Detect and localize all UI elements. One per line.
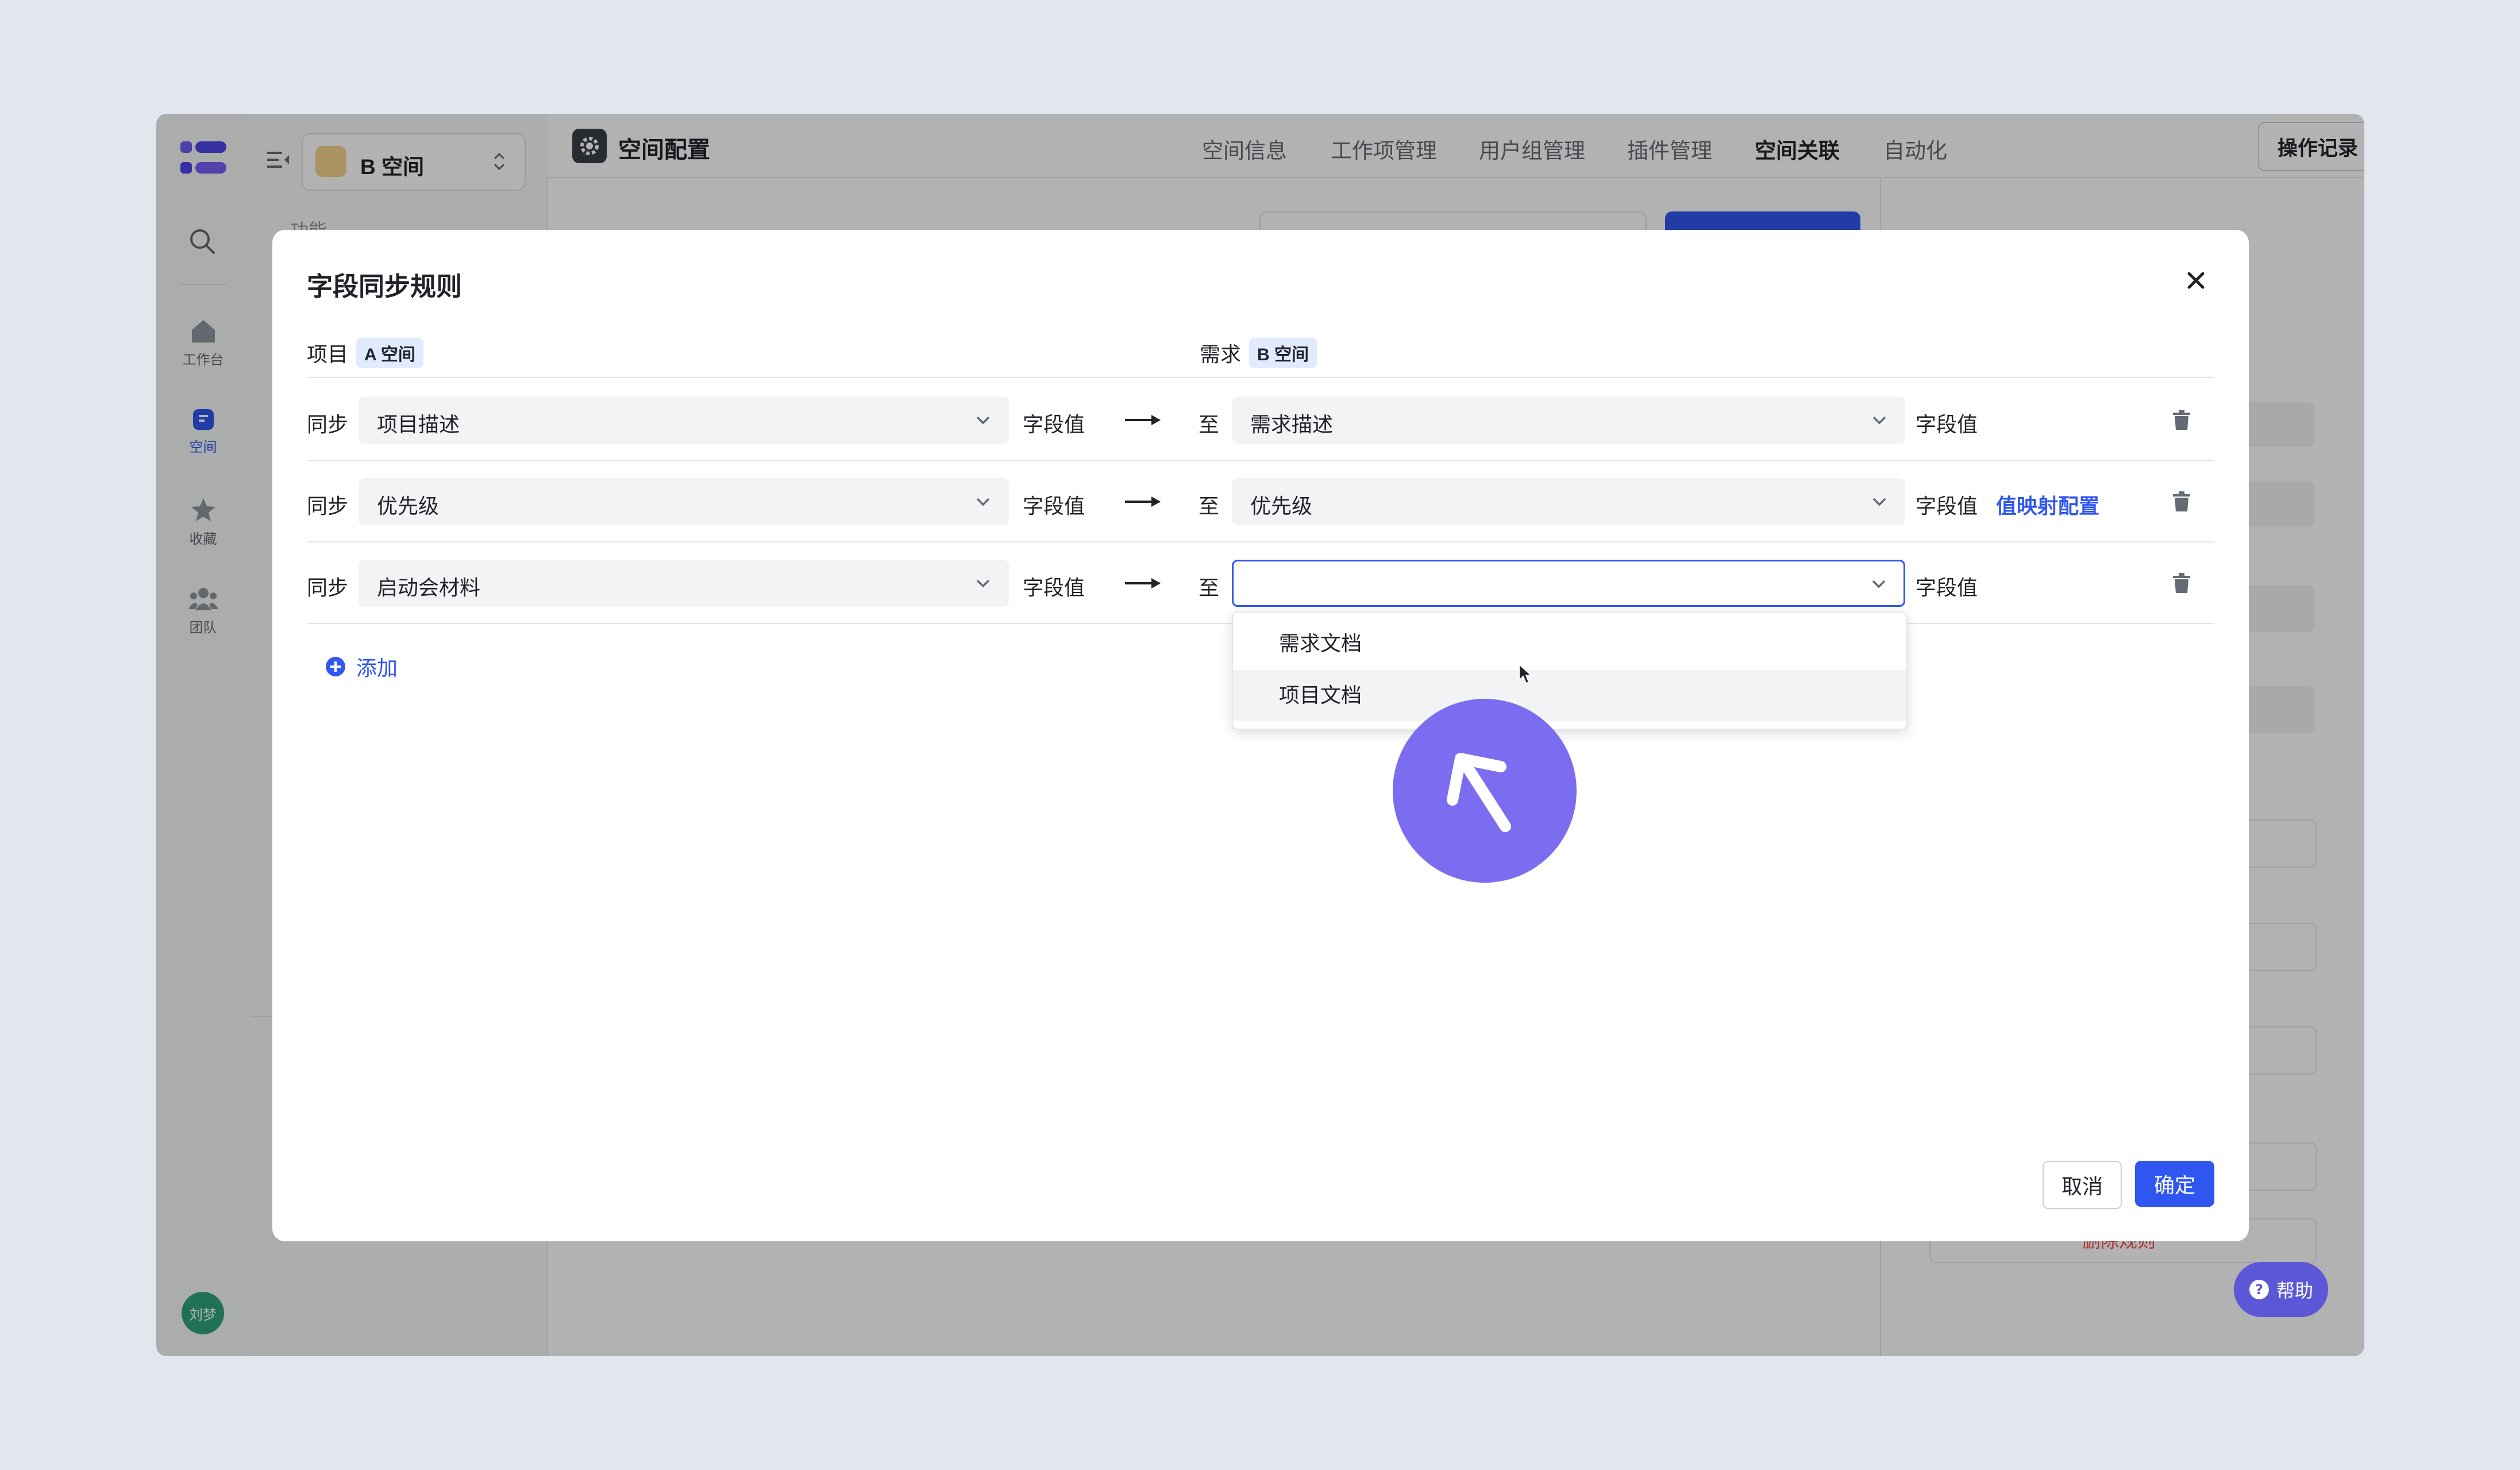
help-button[interactable]: ? 帮助 xyxy=(2234,1262,2328,1317)
source-field-select[interactable]: 项目描述 xyxy=(359,397,1009,444)
target-field-select-open[interactable] xyxy=(1232,560,1905,607)
select-value: 优先级 xyxy=(1250,494,1313,518)
source-field-select[interactable]: 启动会材料 xyxy=(359,560,1009,607)
add-rule-button[interactable]: 添加 xyxy=(325,652,398,682)
sync-label: 同步 xyxy=(307,413,349,436)
target-column-header: 需求 B 空间 xyxy=(1200,338,1317,368)
mouse-pointer-icon xyxy=(1519,663,1533,684)
field-value-label: 字段值 xyxy=(1916,494,1978,518)
trash-icon[interactable] xyxy=(2172,491,2191,513)
svg-text:?: ? xyxy=(2255,1282,2263,1298)
arrow-right-icon xyxy=(1125,578,1161,588)
target-type-label: 需求 xyxy=(1200,343,1242,366)
confirm-button[interactable]: 确定 xyxy=(2135,1161,2214,1207)
target-space-tag: B 空间 xyxy=(1249,338,1317,368)
question-circle-icon: ? xyxy=(2249,1280,2269,1299)
sync-label: 同步 xyxy=(307,494,349,518)
to-label: 至 xyxy=(1199,494,1220,518)
chevron-down-icon xyxy=(1872,580,1886,588)
arrow-right-icon xyxy=(1125,497,1161,507)
chevron-down-icon xyxy=(1872,498,1886,506)
source-column-header: 项目 A 空间 xyxy=(307,338,423,368)
field-value-label: 字段值 xyxy=(1023,413,1085,436)
add-rule-label: 添加 xyxy=(356,656,398,680)
select-value: 启动会材料 xyxy=(377,576,481,599)
target-field-select[interactable]: 需求描述 xyxy=(1232,397,1905,444)
chevron-down-icon xyxy=(1872,416,1886,425)
plus-circle-icon xyxy=(326,657,345,676)
value-mapping-link[interactable]: 值映射配置 xyxy=(1996,490,2099,519)
arrow-right-icon xyxy=(1125,415,1161,425)
dialog-title: 字段同步规则 xyxy=(307,272,463,301)
field-value-label: 字段值 xyxy=(1916,576,1978,599)
chevron-down-icon xyxy=(976,498,990,506)
source-type-label: 项目 xyxy=(307,343,349,366)
chevron-down-icon xyxy=(976,579,990,588)
dropdown-option[interactable]: 需求文档 xyxy=(1233,618,1906,669)
field-sync-rules-dialog: 字段同步规则 项目 A 空间 需求 B 空间 同步 项目描述 字段值 至 需求描… xyxy=(272,230,2249,1241)
to-label: 至 xyxy=(1199,576,1220,599)
sync-label: 同步 xyxy=(307,576,349,599)
chevron-down-icon xyxy=(976,416,990,425)
field-value-label: 字段值 xyxy=(1916,413,1978,436)
close-icon[interactable] xyxy=(2183,268,2209,293)
field-value-label: 字段值 xyxy=(1023,494,1085,518)
trash-icon[interactable] xyxy=(2172,409,2191,431)
select-value: 项目描述 xyxy=(377,413,460,436)
click-indicator xyxy=(1393,699,1577,883)
help-label: 帮助 xyxy=(2276,1280,2313,1301)
cancel-button[interactable]: 取消 xyxy=(2043,1161,2122,1209)
select-value: 需求描述 xyxy=(1250,413,1334,436)
target-field-select[interactable]: 优先级 xyxy=(1232,478,1905,525)
field-value-label: 字段值 xyxy=(1023,576,1085,599)
to-label: 至 xyxy=(1199,413,1220,436)
trash-icon[interactable] xyxy=(2172,572,2191,594)
source-field-select[interactable]: 优先级 xyxy=(359,478,1009,525)
source-space-tag: A 空间 xyxy=(356,338,423,368)
select-value: 优先级 xyxy=(377,494,440,518)
